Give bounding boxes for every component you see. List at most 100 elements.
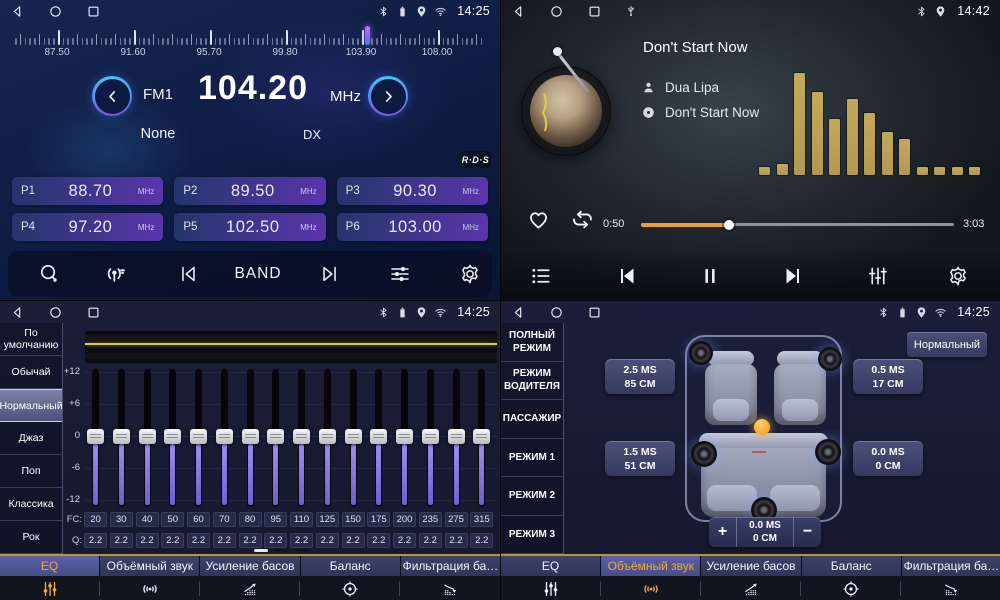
eq-slider-knob[interactable] [139, 429, 156, 444]
eq-slider-knob[interactable] [113, 429, 130, 444]
pause-icon[interactable] [699, 265, 721, 287]
eq-band-slider[interactable] [272, 369, 279, 507]
sound-tab-label[interactable]: Баланс [301, 556, 400, 576]
eq-slider-knob[interactable] [293, 429, 310, 444]
delay-front-right-button[interactable]: 0.5 MS 17 CM [853, 359, 923, 394]
sound-tab-label[interactable]: Объёмный звук [100, 556, 199, 576]
eq-band-slider[interactable] [478, 369, 485, 507]
eq-slider-knob[interactable] [473, 429, 490, 444]
eq-slider-knob[interactable] [448, 429, 465, 444]
listening-mode-item[interactable]: РЕЖИМ 3 [501, 516, 563, 555]
sound-tab-button[interactable] [701, 576, 801, 600]
home-icon[interactable] [48, 305, 63, 320]
settings-icon[interactable] [947, 265, 970, 288]
delay-front-left-button[interactable]: 2.5 MS 85 CM [605, 359, 675, 394]
eq-preset-item[interactable]: По умолчанию [0, 323, 62, 356]
band-button[interactable]: BAND [234, 265, 281, 283]
eq-band-slider[interactable] [401, 369, 408, 507]
eq-band-slider[interactable] [92, 369, 99, 507]
speaker-rear-left-icon[interactable] [691, 441, 717, 467]
home-icon[interactable] [48, 4, 63, 19]
preset-button-p2[interactable]: P289.50MHz [174, 177, 325, 205]
sound-tab-button[interactable] [0, 576, 100, 600]
next-track-icon[interactable] [781, 264, 805, 288]
recents-icon[interactable] [86, 4, 101, 19]
previous-track-icon[interactable] [615, 264, 639, 288]
equalizer-shortcut-icon[interactable] [867, 265, 890, 288]
delay-increase-button[interactable]: + [709, 517, 736, 547]
preset-button-p1[interactable]: P188.70MHz [12, 177, 163, 205]
broadcast-icon[interactable] [102, 261, 128, 287]
eq-slider-knob[interactable] [242, 429, 259, 444]
sound-tab-label[interactable]: Усиление басов [200, 556, 299, 576]
eq-slider-knob[interactable] [319, 429, 336, 444]
speaker-front-right-icon[interactable] [818, 347, 842, 371]
sound-tab-button[interactable] [801, 576, 901, 600]
favorite-icon[interactable] [526, 207, 551, 232]
tune-up-button[interactable] [368, 76, 408, 116]
eq-band-slider[interactable] [324, 369, 331, 507]
eq-slider-knob[interactable] [345, 429, 362, 444]
preset-button-p3[interactable]: P390.30MHz [337, 177, 488, 205]
eq-band-slider[interactable] [118, 369, 125, 507]
eq-band-slider[interactable] [453, 369, 460, 507]
repeat-icon[interactable] [569, 206, 596, 233]
sound-tab-label[interactable]: Фильтрация ба… [401, 556, 500, 576]
back-icon[interactable] [10, 305, 25, 320]
sound-tab-button[interactable] [300, 576, 400, 600]
listening-mode-item[interactable]: ПОЛНЫЙ РЕЖИМ [501, 323, 563, 362]
recents-icon[interactable] [587, 305, 602, 320]
listening-mode-item[interactable]: РЕЖИМ ВОДИТЕЛЯ [501, 362, 563, 401]
eq-band-slider[interactable] [427, 369, 434, 507]
eq-slider-knob[interactable] [422, 429, 439, 444]
speaker-front-left-icon[interactable] [689, 341, 713, 365]
next-station-icon[interactable] [319, 263, 341, 285]
eq-band-slider[interactable] [144, 369, 151, 507]
eq-band-slider[interactable] [375, 369, 382, 507]
seek-bar-knob[interactable] [724, 220, 734, 230]
sound-tab-button[interactable] [400, 576, 500, 600]
sound-tab-button[interactable] [501, 576, 601, 600]
eq-slider-knob[interactable] [190, 429, 207, 444]
eq-slider-knob[interactable] [87, 429, 104, 444]
preset-button-p6[interactable]: P6103.00MHz [337, 213, 488, 241]
eq-band-slider[interactable] [169, 369, 176, 507]
back-icon[interactable] [511, 4, 526, 19]
settings-icon[interactable] [459, 263, 482, 286]
listener-position-dot[interactable] [754, 419, 770, 435]
preset-button-p4[interactable]: P497.20MHz [12, 213, 163, 241]
preset-button-p5[interactable]: P5102.50MHz [174, 213, 325, 241]
eq-preset-item[interactable]: Рок [0, 521, 62, 554]
audio-settings-icon[interactable] [388, 262, 412, 286]
back-icon[interactable] [511, 305, 526, 320]
listening-mode-item[interactable]: РЕЖИМ 1 [501, 439, 563, 478]
previous-station-icon[interactable] [177, 263, 199, 285]
sound-tab-button[interactable] [601, 576, 701, 600]
sound-tab-label[interactable]: Объёмный звук [601, 556, 700, 576]
eq-band-slider[interactable] [195, 369, 202, 507]
back-icon[interactable] [10, 4, 25, 19]
delay-rear-right-button[interactable]: 0.0 MS 0 CM [853, 441, 923, 476]
sound-tab-label[interactable]: Усиление басов [701, 556, 800, 576]
sound-tab-label[interactable]: Баланс [802, 556, 901, 576]
home-icon[interactable] [549, 305, 564, 320]
eq-slider-knob[interactable] [396, 429, 413, 444]
playlist-icon[interactable] [530, 265, 553, 288]
listening-mode-item[interactable]: РЕЖИМ 2 [501, 477, 563, 516]
sound-tab-label[interactable]: Фильтрация ба… [902, 556, 1000, 576]
sound-tab-button[interactable] [901, 576, 1000, 600]
sound-tab-label[interactable]: EQ [501, 556, 600, 576]
eq-slider-knob[interactable] [267, 429, 284, 444]
profile-button[interactable]: Нормальный [907, 332, 987, 357]
delay-rear-left-button[interactable]: 1.5 MS 51 CM [605, 441, 675, 476]
frequency-scale[interactable] [15, 25, 485, 45]
eq-band-slider[interactable] [221, 369, 228, 507]
listening-mode-item[interactable]: ПАССАЖИР [501, 400, 563, 439]
eq-slider-knob[interactable] [164, 429, 181, 444]
recents-icon[interactable] [587, 4, 602, 19]
search-icon[interactable] [38, 263, 61, 286]
seek-bar[interactable] [641, 223, 954, 226]
eq-slider-knob[interactable] [216, 429, 233, 444]
eq-band-slider[interactable] [247, 369, 254, 507]
eq-band-slider[interactable] [298, 369, 305, 507]
